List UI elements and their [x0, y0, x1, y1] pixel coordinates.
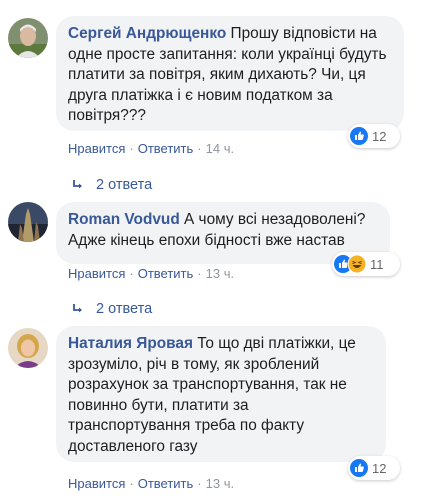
replies-label[interactable]: 2 ответа	[96, 301, 152, 317]
separator: ·	[197, 476, 202, 491]
comment-time[interactable]: 13 ч.	[206, 266, 234, 281]
like-link[interactable]: Нравится	[68, 266, 125, 281]
view-replies-link[interactable]: 2 ответа	[72, 301, 152, 317]
separator: ·	[197, 141, 202, 156]
like-icon	[350, 459, 368, 477]
comment-bubble: Сергей Андрющенко Прошу відповісти на од…	[56, 16, 404, 131]
comment-actions: Нравится · Ответить · 13 ч.	[68, 476, 234, 491]
comment-author[interactable]: Сергей Андрющенко	[68, 25, 226, 42]
comment-actions: Нравится · Ответить · 14 ч.	[68, 141, 234, 156]
reaction-count: 12	[372, 460, 387, 476]
comment-author[interactable]: Roman Vodvud	[68, 211, 180, 228]
avatar[interactable]	[8, 328, 48, 368]
replies-label[interactable]: 2 ответа	[96, 177, 152, 193]
avatar[interactable]	[8, 202, 48, 242]
comment-bubble: Наталия Яровая То що дві платіжки, це зр…	[56, 326, 386, 462]
separator: ·	[129, 266, 134, 281]
reaction-count: 12	[372, 128, 387, 144]
reaction-summary[interactable]: 12	[348, 124, 400, 148]
like-link[interactable]: Нравится	[68, 141, 125, 156]
separator: ·	[197, 266, 202, 281]
comment-time[interactable]: 13 ч.	[206, 476, 234, 491]
like-icon	[350, 127, 368, 145]
avatar[interactable]	[8, 18, 48, 58]
reaction-summary[interactable]: 12	[348, 456, 400, 480]
reply-link[interactable]: Ответить	[138, 476, 194, 491]
separator: ·	[129, 141, 134, 156]
reaction-summary[interactable]: 11	[332, 252, 400, 276]
separator: ·	[129, 476, 134, 491]
view-replies-link[interactable]: 2 ответа	[72, 177, 152, 193]
comment-actions: Нравится · Ответить · 13 ч.	[68, 266, 234, 281]
reply-link[interactable]: Ответить	[138, 266, 194, 281]
comment-author[interactable]: Наталия Яровая	[68, 335, 193, 352]
reply-link[interactable]: Ответить	[138, 141, 194, 156]
reaction-count: 11	[370, 256, 384, 272]
reply-arrow-icon	[72, 303, 84, 315]
comment-text: То що дві платіжки, це зрозуміло, річ в …	[68, 335, 356, 455]
comment-time[interactable]: 14 ч.	[206, 141, 234, 156]
like-link[interactable]: Нравится	[68, 476, 125, 491]
haha-icon	[348, 255, 366, 273]
reply-arrow-icon	[72, 179, 84, 191]
